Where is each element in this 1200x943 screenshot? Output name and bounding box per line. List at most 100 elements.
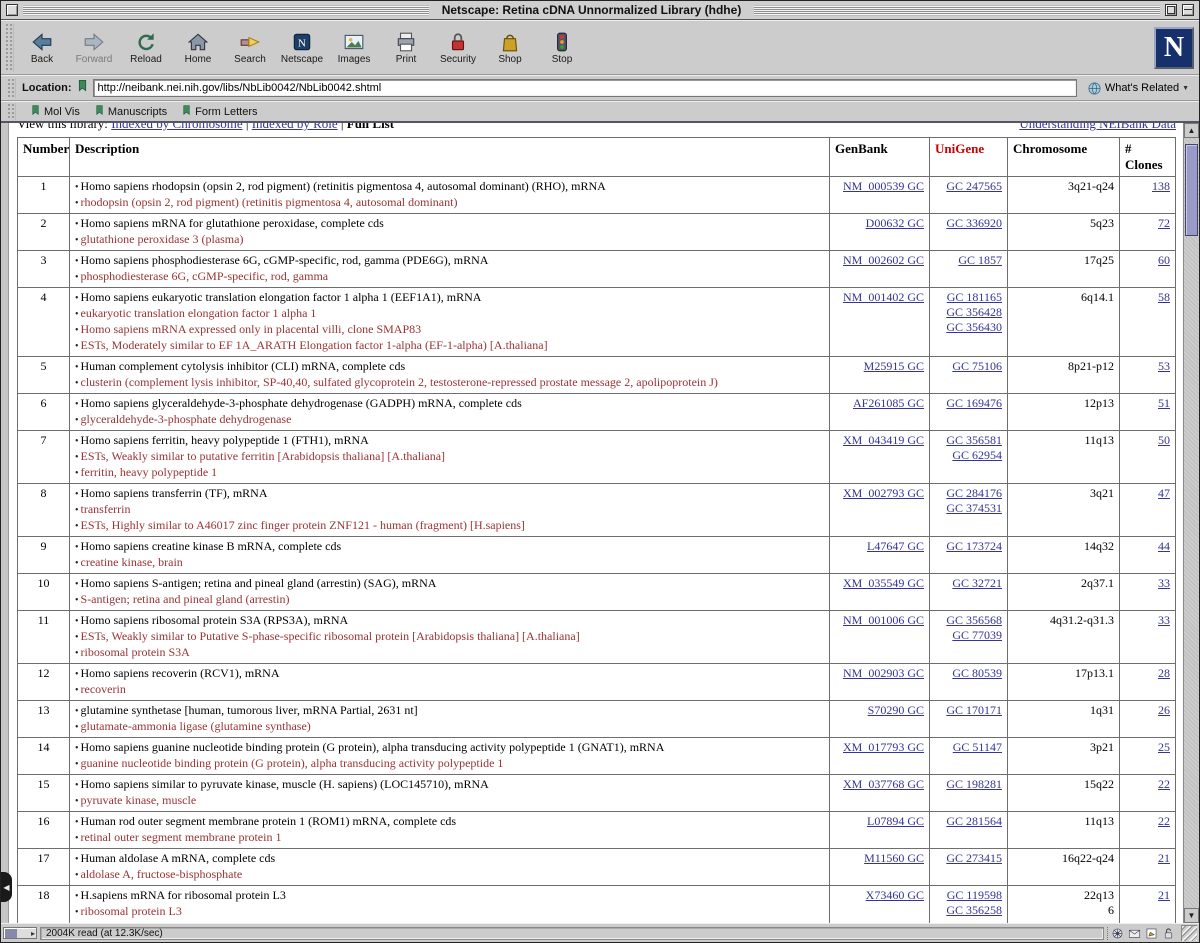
unigene-link[interactable]: GC 374531 <box>935 501 1002 516</box>
forward-button[interactable]: Forward <box>68 22 120 73</box>
genbank-link[interactable]: NM_002903 GC <box>843 666 924 680</box>
unigene-link[interactable]: GC 247565 <box>935 179 1002 194</box>
clones-link[interactable]: 44 <box>1158 539 1170 553</box>
vertical-scrollbar[interactable]: ▲ ▼ <box>1183 123 1199 923</box>
location-bar-grip[interactable] <box>7 78 16 98</box>
indexed-by-chromosome-link[interactable]: Indexed by Chromosome <box>111 123 242 131</box>
reload-button[interactable]: Reload <box>120 22 172 73</box>
scrollbar-thumb[interactable] <box>1185 144 1198 236</box>
clones-link[interactable]: 72 <box>1158 216 1170 230</box>
window-resize-grip[interactable] <box>1181 925 1197 941</box>
window-collapse-box[interactable] <box>1182 4 1194 16</box>
unigene-link[interactable]: GC 181165 <box>935 290 1002 305</box>
unigene-link[interactable]: GC 356581 <box>935 433 1002 448</box>
search-button[interactable]: Search <box>224 22 276 73</box>
back-button[interactable]: Back <box>16 22 68 73</box>
unigene-link[interactable]: GC 170171 <box>935 703 1002 718</box>
scroll-down-arrow[interactable]: ▼ <box>1184 908 1199 923</box>
navigator-wheel-icon[interactable] <box>1111 927 1124 940</box>
unigene-link[interactable]: GC 80539 <box>935 666 1002 681</box>
unigene-link[interactable]: GC 356430 <box>935 320 1002 335</box>
unigene-link[interactable]: GC 198281 <box>935 777 1002 792</box>
unigene-link[interactable]: GC 356258 <box>935 903 1002 918</box>
clones-link[interactable]: 28 <box>1158 666 1170 680</box>
clones-link[interactable]: 60 <box>1158 253 1170 267</box>
whats-related-button[interactable]: What's Related ▼ <box>1081 80 1195 97</box>
genbank-link[interactable]: S70290 GC <box>868 703 924 717</box>
clones-link[interactable]: 25 <box>1158 740 1170 754</box>
clones-link[interactable]: 21 <box>1158 888 1170 902</box>
genbank-link[interactable]: NM_001402 GC <box>843 290 924 304</box>
unigene-link[interactable]: GC 356428 <box>935 305 1002 320</box>
sidebar-toggle-tab[interactable]: ◀ <box>1 872 12 902</box>
genbank-link[interactable]: NM_002602 GC <box>843 253 924 267</box>
clones-link[interactable]: 53 <box>1158 359 1170 373</box>
clones-link[interactable]: 22 <box>1158 814 1170 828</box>
genbank-link[interactable]: XM_035549 GC <box>843 576 924 590</box>
unigene-link[interactable]: GC 51147 <box>935 740 1002 755</box>
genbank-link[interactable]: NM_001006 GC <box>843 613 924 627</box>
unigene-link[interactable]: GC 173724 <box>935 539 1002 554</box>
genbank-link[interactable]: L07894 GC <box>867 814 924 828</box>
genbank-link[interactable]: X73460 GC <box>866 888 924 902</box>
clones-link[interactable]: 138 <box>1152 179 1170 193</box>
clones-link[interactable]: 51 <box>1158 396 1170 410</box>
clones-link[interactable]: 50 <box>1158 433 1170 447</box>
shop-button[interactable]: Shop <box>484 22 536 73</box>
unigene-link[interactable]: GC 62954 <box>935 448 1002 463</box>
window-titlebar[interactable]: Netscape: Retina cDNA Unnormalized Libra… <box>1 1 1199 20</box>
window-zoom-box[interactable] <box>1165 4 1177 16</box>
stop-button[interactable]: Stop <box>536 22 588 73</box>
images-button[interactable]: Images <box>328 22 380 73</box>
mail-icon[interactable] <box>1128 927 1141 940</box>
scroll-up-arrow[interactable]: ▲ <box>1184 123 1199 138</box>
clones-link[interactable]: 33 <box>1158 576 1170 590</box>
unigene-link[interactable]: GC 32721 <box>935 576 1002 591</box>
unigene-link[interactable]: GC 336920 <box>935 216 1002 231</box>
clones-link[interactable]: 22 <box>1158 777 1170 791</box>
unigene-link[interactable]: GC 273415 <box>935 851 1002 866</box>
security-button[interactable]: Security <box>432 22 484 73</box>
toolbar-grip[interactable] <box>5 23 14 72</box>
security-status-icon[interactable] <box>1162 927 1175 940</box>
clones-link[interactable]: 21 <box>1158 851 1170 865</box>
genbank-link[interactable]: NM_000539 GC <box>843 179 924 193</box>
unigene-link[interactable]: GC 77039 <box>935 628 1002 643</box>
unigene-link[interactable]: GC 119598 <box>935 888 1002 903</box>
clones-link[interactable]: 58 <box>1158 290 1170 304</box>
bookmark-item-mol-vis[interactable]: Mol Vis <box>30 104 80 119</box>
genbank-link[interactable]: L47647 GC <box>867 539 924 553</box>
genbank-link[interactable]: M11560 GC <box>864 851 924 865</box>
genbank-link[interactable]: XM_017793 GC <box>843 740 924 754</box>
composer-icon[interactable] <box>1145 927 1158 940</box>
scrollbar-track[interactable] <box>1184 138 1199 908</box>
home-button[interactable]: Home <box>172 22 224 73</box>
indexed-by-role-link[interactable]: Indexed by Role <box>252 123 338 131</box>
bookmark-item-manuscripts[interactable]: Manuscripts <box>94 104 167 119</box>
bookmark-item-form-letters[interactable]: Form Letters <box>181 104 257 119</box>
window-close-box[interactable] <box>6 4 18 16</box>
unigene-link[interactable]: GC 284176 <box>935 486 1002 501</box>
unigene-link[interactable]: GC 169476 <box>935 396 1002 411</box>
understanding-neibank-data-link[interactable]: Understanding NEIBank Data <box>1019 123 1176 132</box>
url-input[interactable]: http://neibank.nei.nih.gov/libs/NbLib004… <box>93 79 1077 97</box>
unigene-link[interactable]: GC 356568 <box>935 613 1002 628</box>
unigene-link[interactable]: GC 75106 <box>935 359 1002 374</box>
genbank-link[interactable]: XM_043419 GC <box>843 433 924 447</box>
unigene-link[interactable]: GC 281564 <box>935 814 1002 829</box>
print-button[interactable]: Print <box>380 22 432 73</box>
genbank-link[interactable]: XM_037768 GC <box>843 777 924 791</box>
personal-toolbar-grip[interactable] <box>7 103 16 120</box>
netscape-button[interactable]: NNetscape <box>276 22 328 73</box>
clones-link[interactable]: 26 <box>1158 703 1170 717</box>
clones-link[interactable]: 47 <box>1158 486 1170 500</box>
clones-link[interactable]: 33 <box>1158 613 1170 627</box>
genbank-link[interactable]: AF261085 GC <box>853 396 924 410</box>
genbank-link[interactable]: M25915 GC <box>864 359 924 373</box>
unigene-link[interactable]: GC 1857 <box>935 253 1002 268</box>
netscape-logo-icon[interactable]: N <box>1154 27 1194 69</box>
row-genbank: XM_035549 GC <box>830 574 930 611</box>
bookmark-icon[interactable] <box>76 79 89 97</box>
genbank-link[interactable]: D00632 GC <box>866 216 924 230</box>
genbank-link[interactable]: XM_002793 GC <box>843 486 924 500</box>
